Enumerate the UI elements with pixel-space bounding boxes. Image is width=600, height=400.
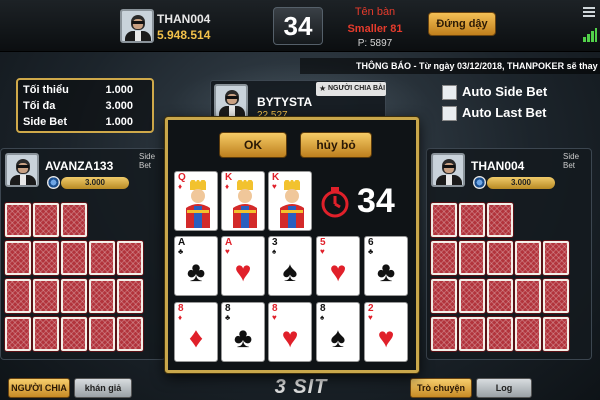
top-bar: THAN004 5.948.514 34 Tên bàn Smaller 81 …	[0, 0, 600, 52]
dealer-avatar[interactable]	[214, 84, 248, 118]
card-back	[33, 203, 59, 237]
chip-icon	[473, 176, 486, 189]
playing-card-row2[interactable]: 6 ♣ ♣	[364, 236, 408, 296]
playing-card-row1[interactable]: K ♦	[221, 171, 265, 231]
card-back	[487, 241, 513, 275]
chip-icon	[47, 176, 60, 189]
card-back	[61, 317, 87, 351]
right-player-avatar[interactable]	[431, 153, 465, 187]
card-back	[33, 279, 59, 313]
card-back	[5, 279, 31, 313]
ok-button[interactable]: OK	[219, 132, 287, 158]
limit-row-sidebet: Side Bet 1.000	[23, 116, 133, 128]
playing-card-row2[interactable]: A ♥ ♥	[221, 236, 265, 296]
room-label: Tên bàn	[354, 6, 396, 18]
menu-icon[interactable]	[583, 7, 595, 17]
card-back	[515, 241, 541, 275]
left-side-bet-label: Side Bet	[139, 152, 156, 170]
dealer-player-name: BYTYSTA	[257, 95, 313, 109]
playing-card-row3[interactable]: 8 ♥ ♥	[268, 302, 312, 362]
stand-up-button[interactable]: Đứng dậy	[428, 12, 496, 36]
card-back	[515, 317, 541, 351]
star-icon: ★	[319, 84, 327, 93]
playing-card-row3[interactable]: 8 ♠ ♠	[316, 302, 360, 362]
chat-button[interactable]: Trò chuyện	[410, 378, 472, 398]
playing-card-row2[interactable]: 5 ♥ ♥	[316, 236, 360, 296]
card-back	[5, 203, 31, 237]
card-back	[117, 317, 143, 351]
signal-strength-icon	[583, 28, 597, 42]
right-player-name: THAN004	[471, 159, 525, 173]
cancel-button[interactable]: hủy bỏ	[300, 132, 372, 158]
stopwatch-icon	[321, 187, 349, 218]
dealer-badge: ★ NGƯỜI CHIA BÀI	[316, 82, 386, 96]
card-back	[5, 241, 31, 275]
card-back	[543, 241, 569, 275]
left-player-avatar[interactable]	[5, 153, 39, 187]
player-panel-right: THAN004 Side Bet 3.000	[426, 148, 592, 360]
card-back	[431, 279, 457, 313]
playing-card-row3[interactable]: 8 ♣ ♣	[221, 302, 265, 362]
dealer-tab-button[interactable]: NGƯỜI CHIA	[8, 378, 70, 398]
announcement-ticker: THÔNG BÁO - Từ ngày 03/12/2018, THANPOKE…	[300, 58, 600, 74]
room-name: Smaller 81	[347, 23, 403, 35]
right-player-chips: 3.000	[487, 177, 555, 189]
card-back	[459, 203, 485, 237]
spectator-tab-button[interactable]: khán giả	[74, 378, 132, 398]
card-back	[117, 279, 143, 313]
card-back	[89, 279, 115, 313]
card-back	[33, 317, 59, 351]
card-back	[459, 279, 485, 313]
card-back	[89, 317, 115, 351]
playing-card-row1[interactable]: K ♥	[268, 171, 312, 231]
playing-card-row2[interactable]: 3 ♠ ♠	[268, 236, 312, 296]
card-back	[515, 279, 541, 313]
limit-row-min: Tối thiểu 1.000	[23, 84, 133, 96]
card-back	[487, 279, 513, 313]
auto-side-bet-checkbox[interactable]: Auto Side Bet	[442, 84, 592, 102]
left-player-chips: 3.000	[61, 177, 129, 189]
card-back	[61, 241, 87, 275]
log-button[interactable]: Log	[476, 378, 532, 398]
card-back	[431, 317, 457, 351]
playing-card-row3[interactable]: 2 ♥ ♥	[364, 302, 408, 362]
card-back	[33, 241, 59, 275]
card-back	[543, 279, 569, 313]
card-back	[61, 279, 87, 313]
right-side-bet-label: Side Bet	[563, 152, 580, 170]
pot-amount: P: 5897	[357, 38, 393, 49]
turn-timer: 34	[273, 7, 323, 45]
playing-card-row2[interactable]: A ♣ ♣	[174, 236, 218, 296]
card-back	[431, 203, 457, 237]
game-logo: 3 SIT	[274, 376, 328, 398]
playing-card-row3[interactable]: 8 ♦ ♦	[174, 302, 218, 362]
card-back	[543, 317, 569, 351]
card-back	[487, 203, 513, 237]
card-back	[459, 317, 485, 351]
card-back	[5, 317, 31, 351]
player-chip-balance: 5.948.514	[157, 28, 211, 42]
player-avatar[interactable]	[120, 9, 154, 43]
card-back	[459, 241, 485, 275]
player-name: THAN004	[157, 12, 211, 26]
card-back	[117, 241, 143, 275]
left-player-name: AVANZA133	[45, 159, 114, 173]
card-back	[431, 241, 457, 275]
limit-row-max: Tối đa 3.000	[23, 100, 133, 112]
auto-last-bet-checkbox[interactable]: Auto Last Bet	[442, 105, 592, 123]
playing-card-row1[interactable]: Q ♦	[174, 171, 218, 231]
card-back	[487, 317, 513, 351]
bet-limits-box: Tối thiểu 1.000 Tối đa 3.000 Side Bet 1.000	[16, 78, 154, 133]
player-panel-left: AVANZA133 Side Bet 3.000	[0, 148, 166, 360]
card-back	[61, 203, 87, 237]
dialog-countdown-timer: 34	[357, 182, 395, 220]
card-back	[89, 241, 115, 275]
